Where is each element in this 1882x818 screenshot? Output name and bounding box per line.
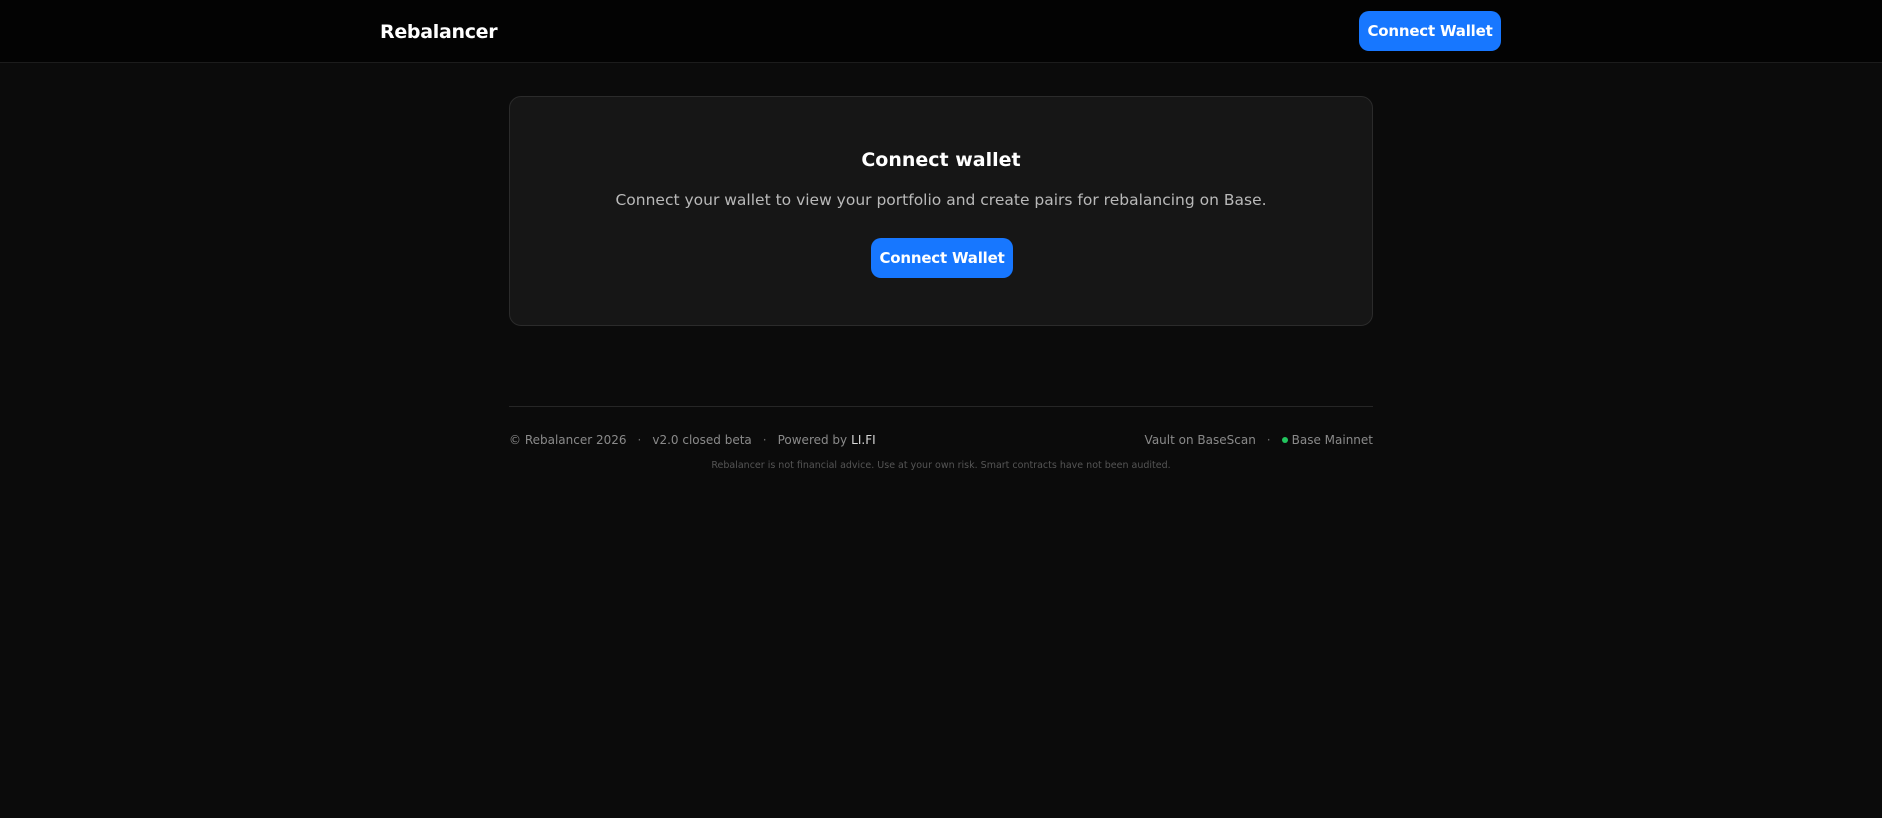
- footer-disclaimer: Rebalancer is not financial advice. Use …: [711, 460, 1171, 471]
- vault-basescan-link[interactable]: Vault on BaseScan: [1145, 432, 1256, 448]
- network-label: Base Mainnet: [1291, 433, 1373, 447]
- brand-logo[interactable]: Rebalancer: [380, 19, 498, 45]
- network-status-dot-icon: [1281, 437, 1288, 443]
- lifi-link[interactable]: LI.FI: [851, 432, 875, 448]
- card-description: Connect your wallet to view your portfol…: [615, 191, 1267, 209]
- footer-powered-by: Powered by: [777, 433, 848, 447]
- footer-left: © Rebalancer 2026 · v2.0 closed beta · P…: [509, 432, 876, 448]
- footer-separator: ·: [762, 433, 767, 447]
- footer-separator: ·: [1266, 433, 1271, 447]
- footer-separator: ·: [637, 433, 642, 447]
- card-connect-wallet-button[interactable]: Connect Wallet: [871, 238, 1013, 278]
- card-title: Connect wallet: [861, 149, 1021, 171]
- footer-right: Vault on BaseScan · Base Mainnet: [1145, 432, 1373, 448]
- footer-divider: [509, 406, 1373, 407]
- footer-version: v2.0 closed beta: [652, 433, 752, 447]
- top-bar: Rebalancer Connect Wallet: [0, 0, 1882, 63]
- connect-wallet-card: Connect wallet Connect your wallet to vi…: [509, 96, 1373, 326]
- footer-copyright: © Rebalancer 2026: [509, 433, 627, 447]
- header-connect-wallet-button[interactable]: Connect Wallet: [1359, 11, 1501, 51]
